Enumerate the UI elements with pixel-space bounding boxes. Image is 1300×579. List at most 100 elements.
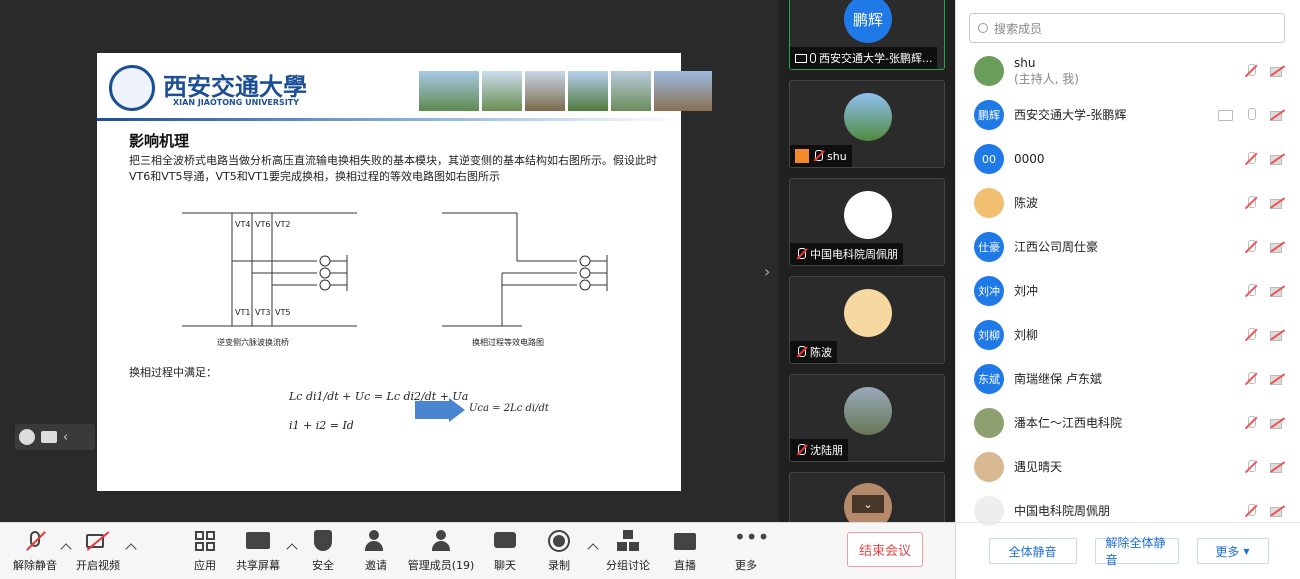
member-name: 江西公司周仕豪 xyxy=(1014,240,1099,254)
unmute-all-button[interactable]: 解除全体静音 xyxy=(1094,536,1179,567)
video-off-icon[interactable] xyxy=(1270,108,1284,122)
apps-grid-icon xyxy=(193,529,217,553)
member-row[interactable]: 陈波 xyxy=(974,183,1294,223)
member-row[interactable]: 东斌 南瑞继保 卢东斌 xyxy=(974,359,1294,399)
member-row[interactable]: 刘柳 刘柳 xyxy=(974,315,1294,355)
manage-members-button[interactable]: 管理成员(19) xyxy=(403,529,479,573)
member-name: 0000 xyxy=(1014,152,1045,166)
mic-muted-icon[interactable] xyxy=(1244,328,1258,342)
member-name: 刘冲 xyxy=(1014,284,1039,298)
collapse-left-icon[interactable]: ‹ xyxy=(63,430,68,445)
mic-muted-icon[interactable] xyxy=(1244,372,1258,386)
member-row[interactable]: 鹏辉 西安交通大学-张鹏辉 xyxy=(974,95,1294,135)
mic-muted-icon xyxy=(795,248,807,260)
avatar xyxy=(844,387,892,435)
emoji-icon[interactable] xyxy=(19,429,35,445)
more-options-button[interactable]: 更多 ▼ xyxy=(1196,538,1269,564)
mic-muted-icon[interactable] xyxy=(1244,284,1258,298)
video-tile[interactable]: 中国电科院周佩朋 xyxy=(789,178,945,266)
screen-share-icon xyxy=(1218,108,1233,122)
video-tile[interactable]: 沈陆朋 xyxy=(789,374,945,462)
tile-name-label: 沈陆朋 xyxy=(790,439,848,461)
mic-muted-icon[interactable] xyxy=(1244,504,1258,518)
record-icon xyxy=(547,529,571,553)
video-off-icon[interactable] xyxy=(1270,196,1284,210)
member-row[interactable]: 仕豪 江西公司周仕豪 xyxy=(974,227,1294,267)
member-name: 南瑞继保 卢东斌 xyxy=(1014,372,1102,386)
video-tile[interactable]: 陈波 xyxy=(789,276,945,364)
member-controls xyxy=(1244,152,1284,166)
vt4-label: VT4 xyxy=(235,220,250,229)
member-name: 刘柳 xyxy=(1014,328,1039,342)
share-screen-button[interactable]: 共享屏幕 xyxy=(223,529,293,573)
slide-title: 影响机理 xyxy=(129,132,190,150)
video-off-icon[interactable] xyxy=(1270,152,1284,166)
member-avatar xyxy=(974,56,1004,86)
member-row[interactable]: 潘本仁～江西电科院 xyxy=(974,403,1294,443)
six-pulse-bridge-diagram: VT4 VT6 VT2 VT1 VT3 VT5 xyxy=(182,212,357,327)
more-button[interactable]: ••• 更多 xyxy=(711,527,781,573)
mute-all-button[interactable]: 全体静音 xyxy=(988,538,1077,564)
mic-muted-icon[interactable] xyxy=(1244,64,1258,78)
video-off-icon[interactable] xyxy=(1270,416,1284,430)
member-search[interactable]: 搜索成员 xyxy=(969,13,1285,43)
member-row[interactable]: 刘冲 刘冲 xyxy=(974,271,1294,311)
chat-bubble-icon[interactable] xyxy=(41,431,57,443)
live-stream-button[interactable]: 直播 xyxy=(650,529,720,573)
member-controls xyxy=(1244,64,1284,78)
video-off-icon[interactable] xyxy=(1270,240,1284,254)
member-avatar: 仕豪 xyxy=(974,232,1004,262)
mic-muted-icon xyxy=(23,529,47,553)
vt3-label: VT3 xyxy=(255,308,270,317)
video-tile[interactable]: shu xyxy=(789,80,945,168)
members-icon xyxy=(429,529,453,553)
start-video-button[interactable]: 开启视频 xyxy=(63,529,133,573)
avatar xyxy=(844,191,892,239)
mic-muted-icon[interactable] xyxy=(1244,152,1258,166)
unmute-button[interactable]: 解除静音 xyxy=(0,529,70,573)
member-avatar: 鹏辉 xyxy=(974,100,1004,130)
video-off-icon[interactable] xyxy=(1270,64,1284,78)
floating-tools: ‹ xyxy=(15,424,95,450)
member-controls xyxy=(1218,108,1284,122)
avatar xyxy=(844,93,892,141)
video-off-icon[interactable] xyxy=(1270,504,1284,518)
search-input-placeholder: 搜索成员 xyxy=(994,21,1043,36)
member-row[interactable]: 00 0000 xyxy=(974,139,1294,179)
member-avatar xyxy=(974,408,1004,438)
invite-button[interactable]: 邀请 xyxy=(341,529,411,573)
mic-muted-icon[interactable] xyxy=(1244,196,1258,210)
video-off-icon[interactable] xyxy=(1270,284,1284,298)
share-screen-icon xyxy=(246,529,270,553)
commutation-equivalent-circuit xyxy=(442,212,608,327)
video-off-icon xyxy=(86,529,110,553)
video-tile[interactable]: 鹏辉 西安交通大学-张鹏辉... xyxy=(789,0,945,70)
vt6-label: VT6 xyxy=(255,220,270,229)
video-off-icon[interactable] xyxy=(1270,372,1284,386)
members-panel: 搜索成员 shu (主持人, 我) 鹏辉 西安交通大学-张鹏辉 00 0000 陈波 仕豪 江西… xyxy=(955,0,1300,579)
scroll-down-icon[interactable]: ⌄ xyxy=(852,495,884,513)
video-off-icon[interactable] xyxy=(1270,460,1284,474)
mic-muted-icon[interactable] xyxy=(1244,240,1258,254)
mic-muted-icon[interactable] xyxy=(1244,416,1258,430)
member-row[interactable]: shu (主持人, 我) xyxy=(974,51,1294,91)
mic-muted-icon[interactable] xyxy=(1244,460,1258,474)
tile-name-label: 陈波 xyxy=(790,341,837,363)
end-meeting-button[interactable]: 结束会议 xyxy=(847,532,923,567)
expand-right-icon[interactable]: › xyxy=(764,262,770,281)
screen-share-icon xyxy=(795,53,807,63)
member-avatar: 刘柳 xyxy=(974,320,1004,350)
university-logo-emblem xyxy=(109,65,155,111)
record-button[interactable]: 录制 xyxy=(524,529,594,573)
member-controls xyxy=(1244,416,1284,430)
member-name: 遇见晴天 xyxy=(1014,460,1063,474)
live-tv-icon xyxy=(673,529,697,553)
member-row[interactable]: 遇见晴天 xyxy=(974,447,1294,487)
host-icon xyxy=(795,149,809,163)
member-name: 潘本仁～江西电科院 xyxy=(1014,416,1123,430)
mic-icon xyxy=(810,53,816,63)
mic-icon[interactable] xyxy=(1244,108,1258,122)
tile-name-label: 西安交通大学-张鹏辉... xyxy=(790,47,938,69)
add-user-icon xyxy=(364,529,388,553)
video-off-icon[interactable] xyxy=(1270,328,1284,342)
